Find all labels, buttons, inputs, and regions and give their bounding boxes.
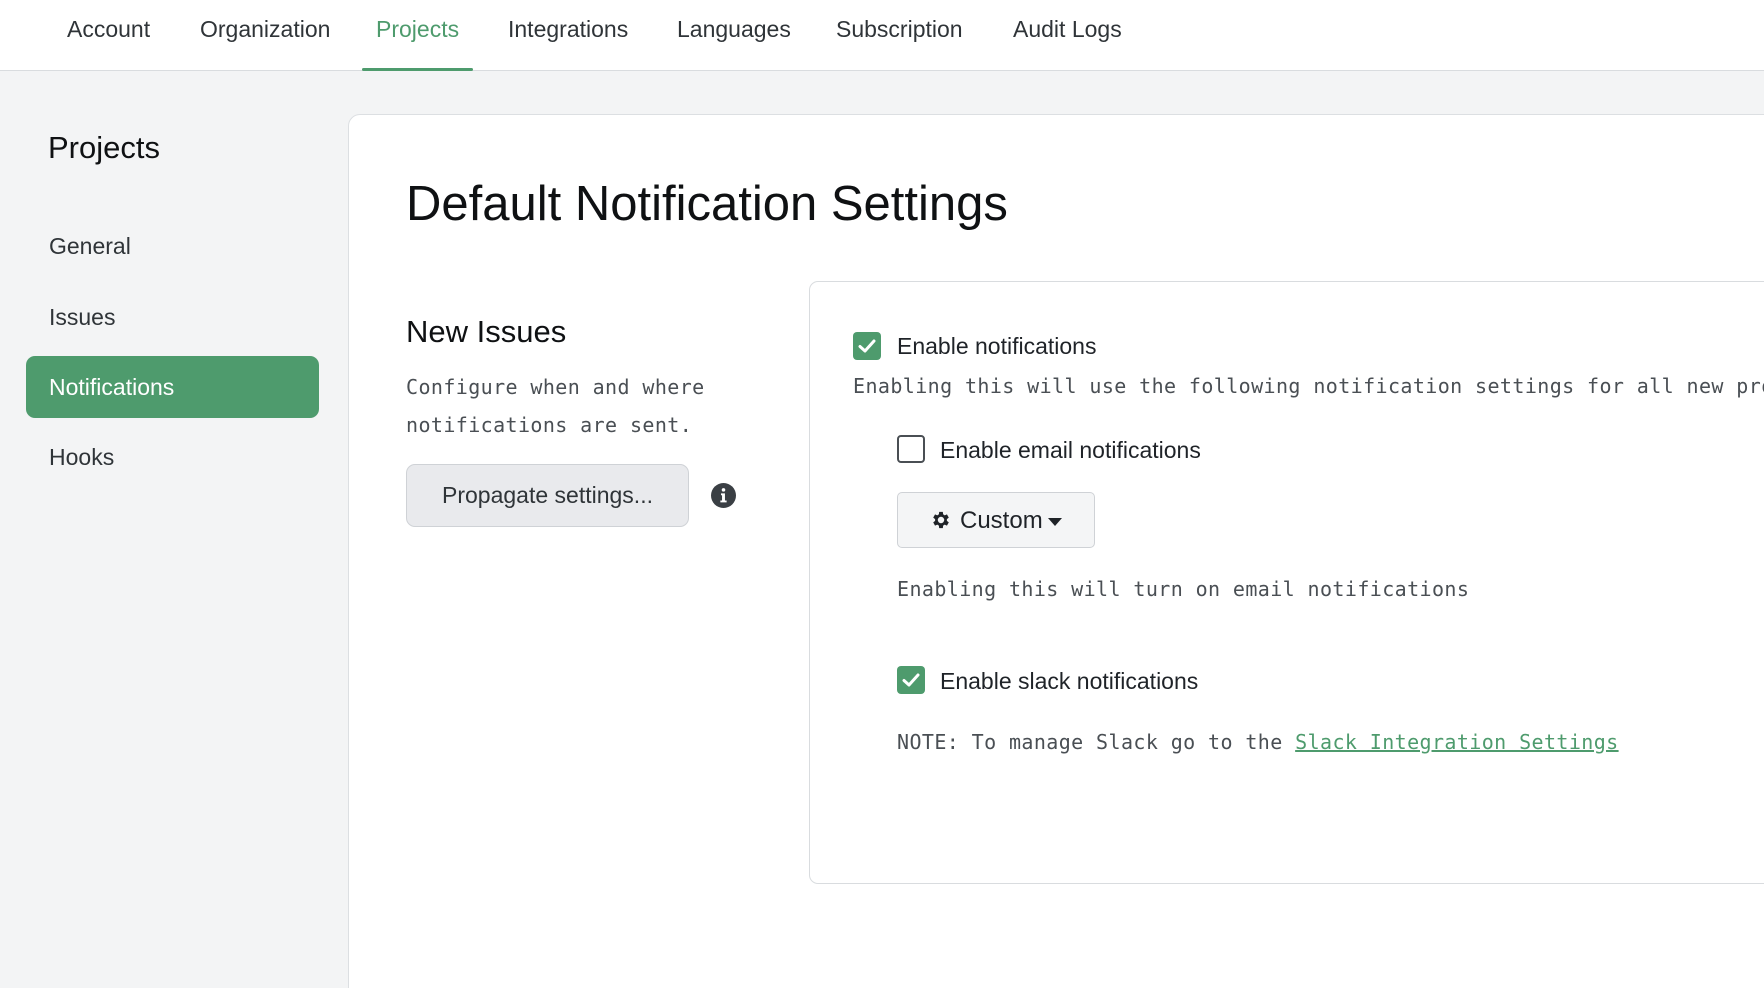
email-frequency-dropdown[interactable]: Custom: [897, 492, 1095, 548]
enable-slack-notifications-label[interactable]: Enable slack notifications: [940, 668, 1198, 695]
page-title: Default Notification Settings: [406, 177, 1008, 231]
gear-icon: [933, 511, 949, 529]
sidebar-item-general[interactable]: General: [26, 215, 319, 277]
top-nav: Account Organization Projects Integratio…: [0, 0, 1764, 71]
tab-subscription[interactable]: Subscription: [822, 0, 977, 70]
tab-languages[interactable]: Languages: [663, 0, 805, 70]
caret-down-icon: [1048, 518, 1062, 526]
tab-integrations[interactable]: Integrations: [494, 0, 642, 70]
sidebar-title: Projects: [48, 130, 160, 165]
dropdown-label: Custom: [960, 507, 1043, 534]
enable-notifications-help: Enabling this will use the following not…: [853, 374, 1764, 398]
enable-email-notifications-checkbox[interactable]: [897, 435, 925, 463]
check-icon: [858, 339, 876, 353]
section-description: Configure when and where notifications a…: [406, 375, 705, 437]
sidebar-item-issues[interactable]: Issues: [26, 286, 319, 348]
email-notifications-help: Enabling this will turn on email notific…: [897, 577, 1470, 601]
sidebar-item-hooks[interactable]: Hooks: [26, 426, 319, 488]
enable-email-notifications-label[interactable]: Enable email notifications: [940, 437, 1201, 464]
tab-organization[interactable]: Organization: [186, 0, 344, 70]
enable-slack-notifications-checkbox[interactable]: [897, 666, 925, 694]
tab-account[interactable]: Account: [53, 0, 164, 70]
slack-note: NOTE: To manage Slack go to the Slack In…: [897, 730, 1619, 754]
enable-notifications-label[interactable]: Enable notifications: [897, 333, 1096, 360]
slack-note-text: NOTE: To manage Slack go to the: [897, 730, 1296, 754]
enable-notifications-checkbox[interactable]: [853, 332, 881, 360]
sidebar-item-notifications[interactable]: Notifications: [26, 356, 319, 418]
section-title: New Issues: [406, 314, 567, 349]
check-icon: [902, 673, 920, 687]
slack-integration-settings-link[interactable]: Slack Integration Settings: [1295, 730, 1618, 754]
tab-projects[interactable]: Projects: [362, 0, 474, 71]
propagate-settings-button[interactable]: Propagate settings...: [406, 464, 689, 527]
tab-audit-logs[interactable]: Audit Logs: [999, 0, 1136, 70]
info-circle-icon[interactable]: [711, 483, 736, 508]
